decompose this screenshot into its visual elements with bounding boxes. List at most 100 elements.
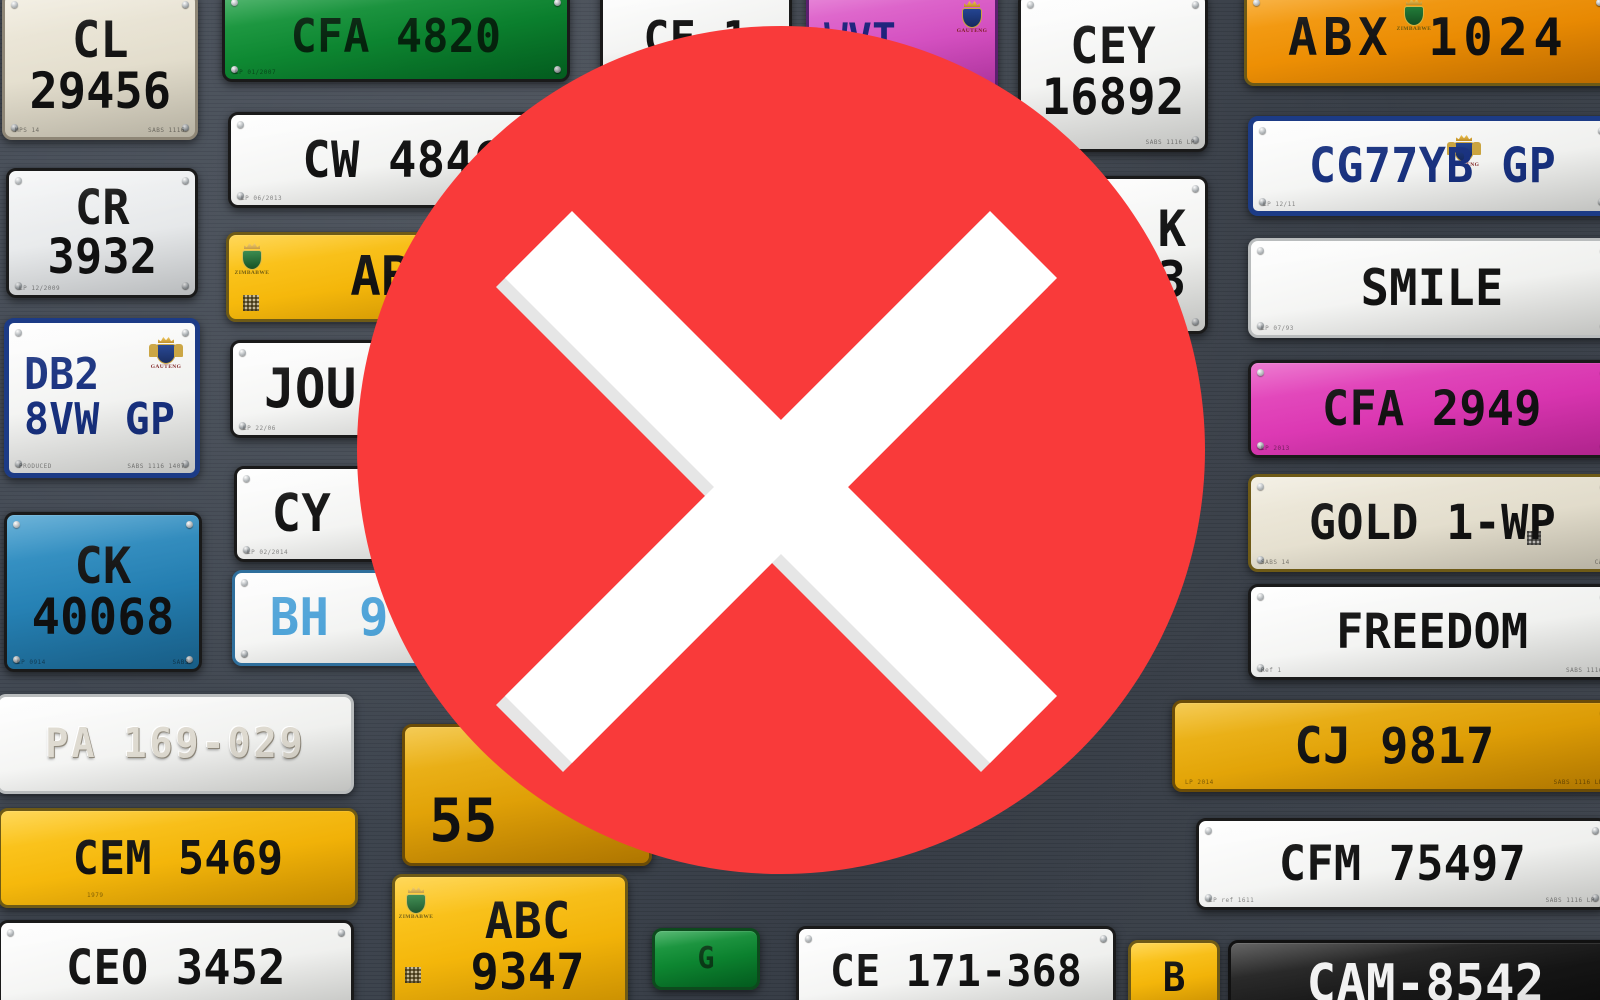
rivet (1592, 827, 1599, 834)
rivet (182, 282, 189, 289)
crown-icon (408, 887, 424, 893)
crown-icon (1406, 0, 1422, 5)
plate-microtext: SABS 1116 (147, 127, 185, 135)
crown-icon (158, 337, 174, 343)
plate-region-label: ZIMBABWE (398, 914, 434, 920)
plate-text: CAM-8542 (1307, 953, 1545, 1000)
qr-code-icon (243, 295, 259, 311)
plate-microtext: LP 01/2007 (235, 69, 277, 77)
plate-text: G (697, 941, 715, 977)
rivet (338, 929, 345, 936)
screenshot-root: CL 29456 MPS 14 SABS 1116 CR 3932 LP 12/… (0, 0, 1600, 1000)
plate-text: CFM 75497 (1278, 835, 1526, 892)
plate-microtext: MPS 14 (15, 127, 40, 135)
plate-text: FREEDOM (1335, 603, 1529, 660)
plate-microtext: SABS 1116 LP (1553, 779, 1600, 787)
rivet (1100, 935, 1107, 942)
license-plate: CJ 9817 LP 2014 SABS 1116 LP (1172, 700, 1600, 792)
plate-text-line2: 3932 (47, 229, 157, 285)
error-cross-icon (357, 26, 1205, 874)
plate-microtext: LP 22/06 (243, 425, 276, 433)
rivet (7, 929, 14, 936)
plate-microtext: LP ref 1611 (1209, 897, 1255, 905)
license-plate: CR 3932 LP 12/2009 (6, 168, 198, 298)
plate-text-line2: 8VW GP (23, 394, 176, 445)
rivet (1257, 483, 1264, 490)
zimbabwe-crest-icon: ZIMBABWE (398, 887, 434, 921)
rivet (1596, 0, 1600, 6)
plate-microtext: SABS 1116 LP (1545, 897, 1595, 905)
plate-text-line1: CL (71, 11, 129, 69)
plate-text-line1: DB2 (23, 349, 100, 401)
plate-microtext: SABS (172, 659, 189, 667)
rivet (1257, 369, 1264, 376)
license-plate: CE 171-368 (796, 926, 1116, 1000)
plate-text: ABX 1024 (1287, 7, 1569, 68)
plate-text-line2: 40068 (31, 588, 175, 646)
rivet (186, 521, 193, 528)
rivet (1257, 247, 1264, 254)
rivet (805, 935, 812, 942)
license-plate: GOLD 1-WP SABS 14 CA (1248, 474, 1600, 572)
crown-icon (964, 1, 980, 7)
rivet (1253, 0, 1260, 6)
rivet (1259, 127, 1266, 134)
crown-icon (244, 243, 260, 249)
rivet (15, 329, 22, 336)
plate-text: B (1162, 954, 1186, 1000)
rivet (241, 579, 248, 586)
license-plate: B (1128, 940, 1220, 1000)
rivet (243, 475, 250, 482)
license-plate: CL 29456 MPS 14 SABS 1116 (2, 0, 198, 140)
plate-text: SMILE (1360, 258, 1504, 317)
plate-text-line1: CK (74, 537, 132, 595)
license-plate: CEO 3452 (0, 920, 354, 1000)
plate-region-label: ZIMBABWE (234, 270, 270, 276)
plate-microtext: 1979 (87, 892, 104, 900)
license-plate: PA 169-029 (0, 694, 354, 794)
license-plate: CFM 75497 LP ref 1611 SABS 1116 LP (1196, 818, 1600, 910)
plate-text: GOLD 1-WP (1308, 494, 1556, 551)
plate-text: CE 171-368 (829, 945, 1083, 997)
plate-text-line2: 9347 (470, 943, 586, 1000)
rivet (1192, 1, 1199, 8)
license-plate: GAUTENG DB2 8VW GP PRODUCED SABS 1116 14… (4, 318, 200, 478)
plate-text: CJ 9817 (1293, 716, 1495, 775)
zimbabwe-crest-icon: ZIMBABWE (234, 243, 270, 277)
plate-text: CG77YB GP (1308, 137, 1556, 194)
license-plate: CFA 2949 LP 2013 (1248, 360, 1600, 458)
license-plate: CK 40068 LP 0914 SABS (4, 512, 202, 672)
rivet (15, 177, 22, 184)
rivet (231, 0, 238, 6)
plate-microtext: LP 07/93 (1261, 325, 1294, 333)
rivet (1027, 1, 1034, 8)
plate-microtext: PRODUCED (19, 463, 52, 471)
rivet (239, 349, 246, 356)
plate-microtext: LP 06/2013 (241, 195, 283, 203)
license-plate: ZIMBABWE ABC 9347 (392, 874, 628, 1000)
plate-microtext: LP 0914 (17, 659, 46, 667)
shield-icon (242, 250, 262, 270)
plate-microtext: LP 12/2009 (19, 285, 61, 293)
rivet (554, 0, 561, 6)
plate-text-line1: CR (74, 180, 130, 237)
plate-text-line2: 29456 (29, 62, 171, 120)
license-plate: CEM 5469 1979 (0, 808, 358, 908)
plate-microtext: SABS 1116 (1565, 667, 1600, 675)
license-plate: GAUTENG CG77YB GP LP 12/11 (1248, 116, 1600, 216)
plate-microtext: LP 12/11 (1263, 201, 1296, 209)
rivet (182, 177, 189, 184)
shield-icon (406, 894, 426, 914)
plate-microtext: LP 02/2014 (247, 549, 289, 557)
rivet (13, 521, 20, 528)
license-plate: ZIMBABWE ABX 1024 (1244, 0, 1600, 86)
plate-microtext: SABS 14 (1261, 559, 1290, 567)
plate-text: PA 169-029 (44, 719, 306, 768)
plate-text: CEM 5469 (72, 830, 284, 885)
license-plate: CAM-8542 (1228, 940, 1600, 1000)
qr-code-icon (405, 967, 421, 983)
plate-text: CFA 2949 (1322, 380, 1542, 437)
rivet (237, 121, 244, 128)
license-plate: SMILE LP 07/93 (1248, 238, 1600, 338)
plate-text-line1: ABC (484, 892, 571, 950)
